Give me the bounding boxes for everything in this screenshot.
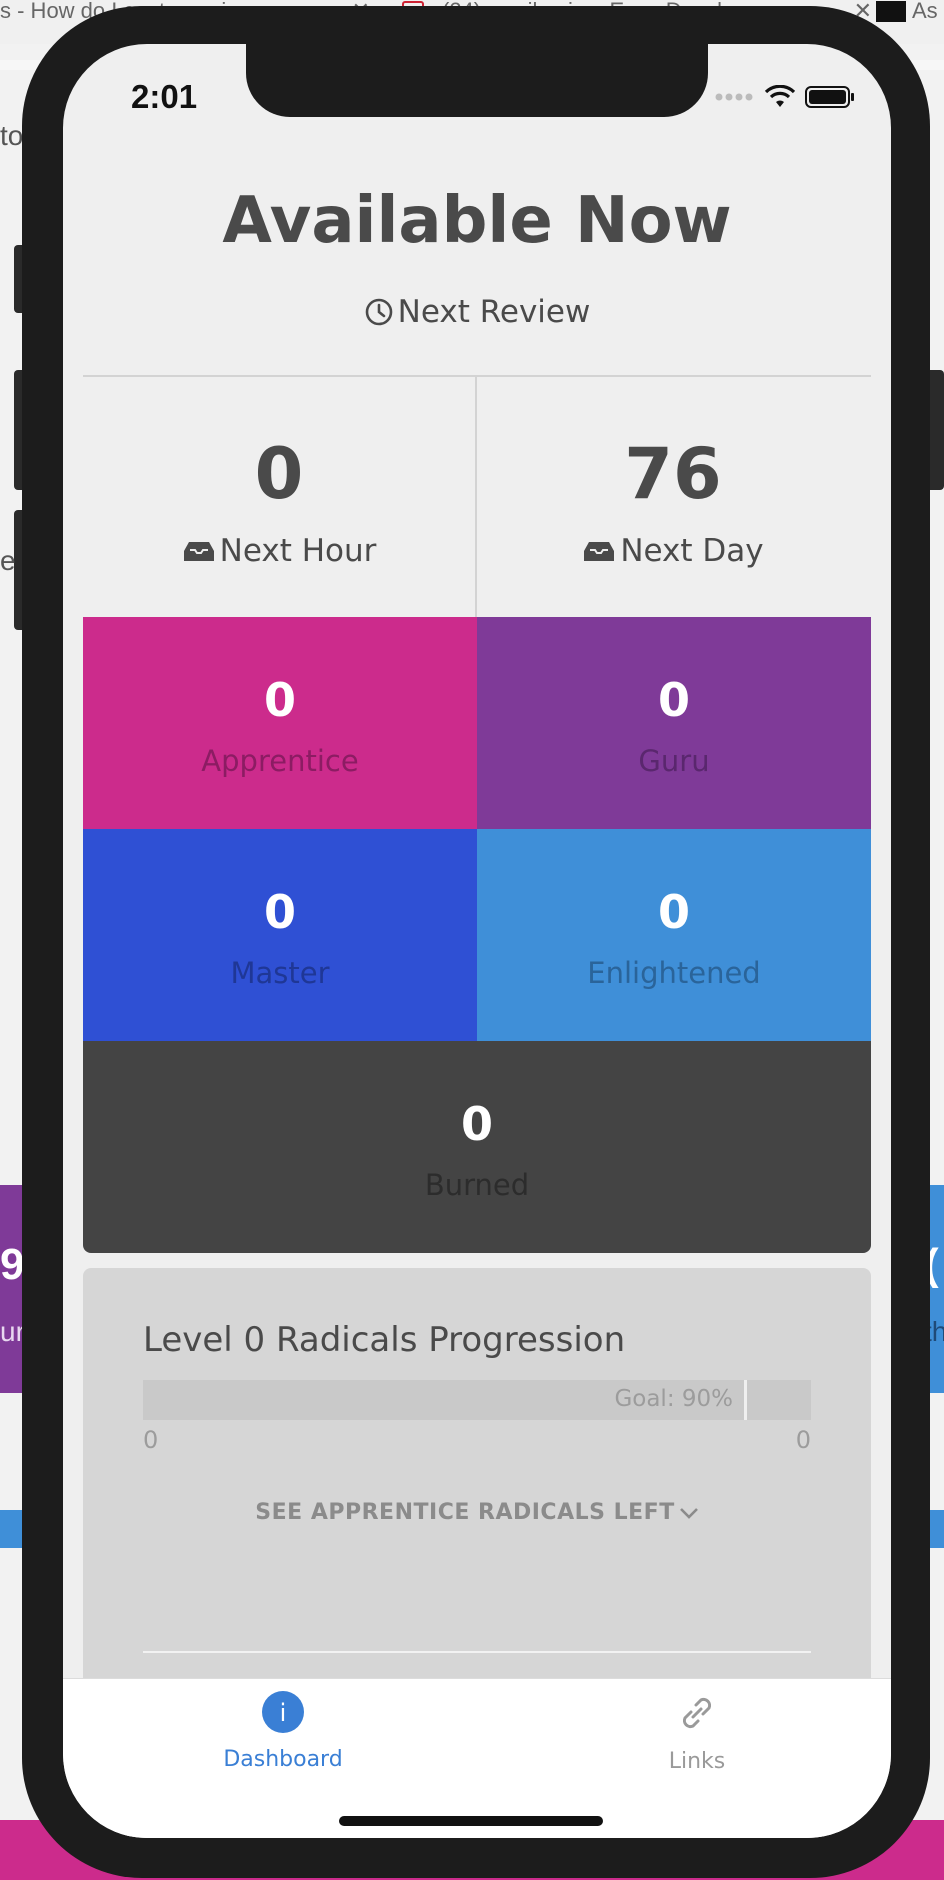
progression-title: Level 0 Radicals Progression	[143, 1320, 626, 1360]
next-hour-label-row: Next Hour	[83, 533, 475, 569]
burned-count: 0	[460, 1097, 493, 1151]
goal-label: Goal: 90%	[614, 1386, 733, 1412]
see-apprentice-radicals-button[interactable]: SEE APPRENTICE RADICALS LEFT	[83, 1500, 871, 1525]
next-day-stat: 76 Next Day	[477, 377, 869, 617]
inbox-icon	[183, 542, 214, 561]
enlightened-tile[interactable]: 0 Enlightened	[477, 829, 871, 1041]
see-more-label: SEE APPRENTICE RADICALS LEFT	[255, 1500, 675, 1525]
wifi-icon	[765, 85, 795, 107]
device-notch	[246, 44, 708, 117]
divider	[143, 1651, 811, 1653]
browser-tab-title: As	[912, 0, 938, 22]
react-logo-icon	[876, 1, 906, 22]
enlightened-label: Enlightened	[587, 956, 761, 990]
phone-frame: 2:01 Available Now Next Review 0 Next Ho…	[22, 6, 930, 1878]
next-hour-count: 0	[254, 433, 304, 515]
next-day-count: 76	[624, 433, 722, 515]
enlightened-count: 0	[657, 885, 690, 939]
tab-dashboard[interactable]: i Dashboard	[133, 1691, 433, 1772]
tab-dashboard-label: Dashboard	[223, 1747, 343, 1772]
browser-tab[interactable]: As	[876, 0, 944, 22]
apprentice-tile[interactable]: 0 Apprentice	[83, 617, 477, 829]
next-review[interactable]: Next Review	[63, 294, 891, 330]
guru-tile[interactable]: 0 Guru	[477, 617, 871, 829]
battery-icon	[805, 86, 854, 108]
status-icons	[715, 82, 855, 112]
info-icon: i	[262, 1691, 304, 1733]
guru-label: Guru	[638, 744, 710, 778]
goal-marker	[744, 1380, 747, 1420]
link-icon	[682, 1697, 712, 1729]
burned-label: Burned	[424, 1168, 530, 1202]
next-review-label: Next Review	[397, 294, 591, 330]
svg-text:i: i	[280, 1699, 287, 1727]
tab-links-label: Links	[668, 1749, 726, 1774]
background-text: 9	[0, 1240, 25, 1289]
apprentice-label: Apprentice	[201, 744, 359, 778]
background-text: e	[0, 545, 16, 576]
next-hour-stat: 0 Next Hour	[83, 377, 475, 617]
master-count: 0	[263, 885, 296, 939]
page-title: Available Now	[222, 184, 732, 258]
guru-count: 0	[657, 673, 690, 727]
app-screen: 2:01 Available Now Next Review 0 Next Ho…	[63, 44, 891, 1838]
progression-max-label: 0	[795, 1426, 811, 1454]
next-hour-label: Next Hour	[219, 533, 377, 569]
home-indicator[interactable]	[339, 1816, 603, 1826]
inbox-icon	[584, 542, 615, 561]
burned-tile[interactable]: 0 Burned	[83, 1041, 871, 1253]
bottom-tab-bar: i Dashboard Links	[63, 1678, 891, 1838]
apprentice-count: 0	[263, 673, 296, 727]
chevron-down-icon	[679, 1507, 698, 1519]
status-time: 2:01	[131, 78, 198, 115]
master-tile[interactable]: 0 Master	[83, 829, 477, 1041]
next-day-label-row: Next Day	[477, 533, 869, 569]
signal-dots-icon	[715, 93, 753, 101]
tab-links[interactable]: Links	[547, 1691, 847, 1774]
master-label: Master	[230, 956, 330, 990]
next-day-label: Next Day	[620, 533, 764, 569]
clock-icon	[365, 298, 392, 326]
progression-min-label: 0	[143, 1426, 159, 1454]
progression-bar: Goal: 90%	[143, 1380, 811, 1420]
